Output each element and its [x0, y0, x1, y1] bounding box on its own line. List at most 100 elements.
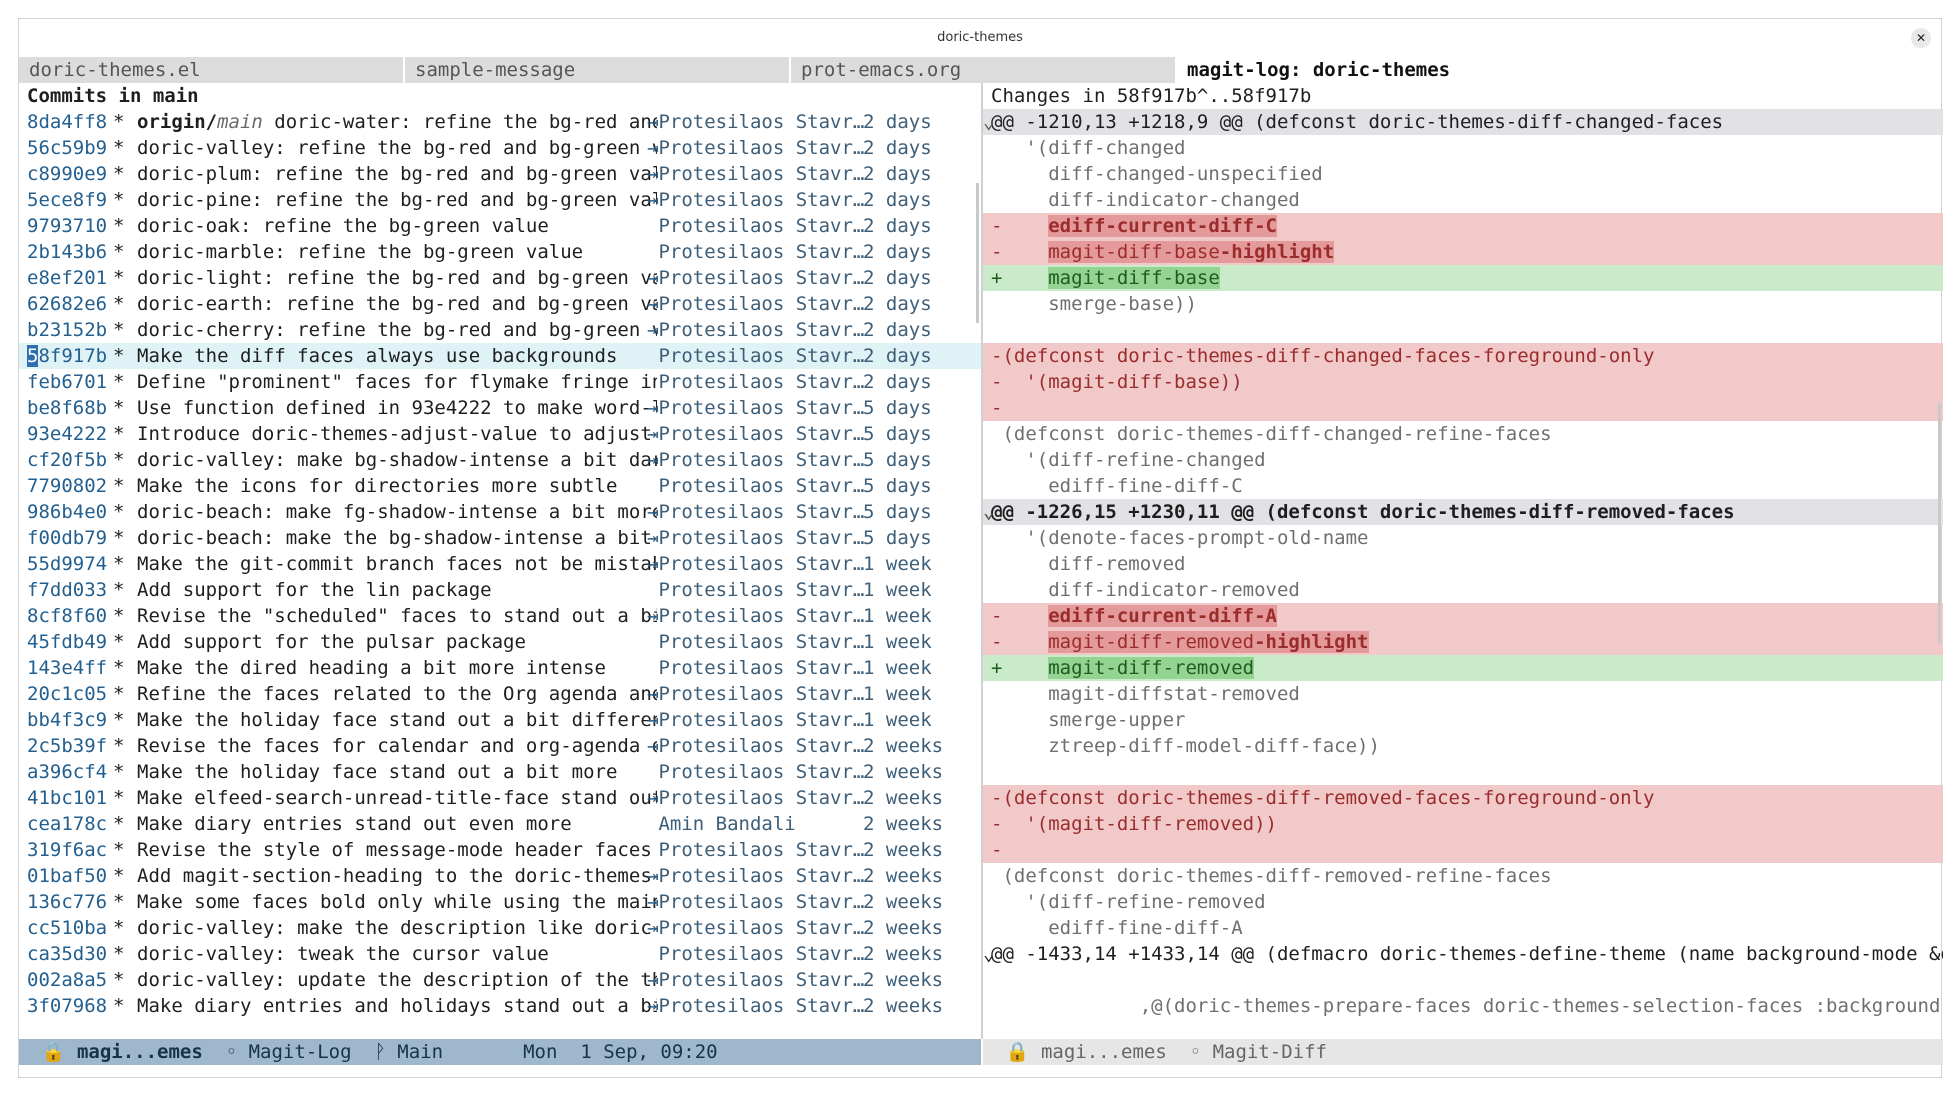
commit-row[interactable]: bb4f3c9 * Make the holiday face stand out…	[19, 707, 981, 733]
commit-row[interactable]: 8da4ff8 * origin/main doric-water: refine…	[19, 109, 981, 135]
commit-hash[interactable]: e8ef201	[19, 265, 113, 291]
commit-row[interactable]: 8cf8f60 * Revise the "scheduled" faces to…	[19, 603, 981, 629]
commit-hash[interactable]: ca35d30	[19, 941, 113, 967]
commit-hash[interactable]: f7dd033	[19, 577, 113, 603]
commit-row[interactable]: be8f68b * Use function defined in 93e4222…	[19, 395, 981, 421]
commit-row[interactable]: c8990e9 * doric-plum: refine the bg-red a…	[19, 161, 981, 187]
hunk-heading[interactable]: ⌄ @@ -1226,15 +1230,11 @@ (defconst doric…	[983, 499, 1943, 525]
commit-hash[interactable]: 58f917b	[19, 343, 113, 369]
commit-row[interactable]: 2b143b6 * doric-marble: refine the bg-gre…	[19, 239, 981, 265]
commit-hash[interactable]: 41bc101	[19, 785, 113, 811]
commit-hash[interactable]: 93e4222	[19, 421, 113, 447]
scrollbar[interactable]	[976, 183, 979, 323]
commit-row[interactable]: 143e4ff * Make the dired heading a bit mo…	[19, 655, 981, 681]
commit-hash[interactable]: feb6701	[19, 369, 113, 395]
magit-diff-pane[interactable]: Changes in 58f917b^..58f917b ⌄ @@ -1210,1…	[983, 83, 1943, 1039]
modeline-buffer[interactable]: magi...emes	[77, 1041, 203, 1063]
commit-row[interactable]: cf20f5b * doric-valley: make bg-shadow-in…	[19, 447, 981, 473]
context-line: ztreep-diff-model-diff-face))	[991, 735, 1380, 757]
chevron-down-icon[interactable]: ⌄	[983, 109, 994, 135]
commit-hash[interactable]: 9793710	[19, 213, 113, 239]
commit-row[interactable]: f00db79 * doric-beach: make the bg-shadow…	[19, 525, 981, 551]
chevron-down-icon[interactable]: ⌄	[983, 499, 994, 525]
commit-row[interactable]: 93e4222 * Introduce doric-themes-adjust-v…	[19, 421, 981, 447]
commit-row[interactable]: 56c59b9 * doric-valley: refine the bg-red…	[19, 135, 981, 161]
commit-author: ⇥Protesilaos Stavr…	[647, 863, 883, 889]
commit-row[interactable]: 58f917b * Make the diff faces always use …	[19, 343, 981, 369]
commit-row[interactable]: 62682e6 * doric-earth: refine the bg-red …	[19, 291, 981, 317]
hunk-heading[interactable]: ⌄ @@ -1433,14 +1433,14 @@ (defmacro doric…	[983, 941, 1943, 967]
commit-hash[interactable]: c8990e9	[19, 161, 113, 187]
commit-row[interactable]: 002a8a5 * doric-valley: update the descri…	[19, 967, 981, 993]
commit-age: 2 days	[863, 189, 932, 211]
tab-prot-emacs-org[interactable]: prot-emacs.org	[791, 57, 1175, 83]
commit-hash[interactable]: a396cf4	[19, 759, 113, 785]
commit-hash[interactable]: 3f07968	[19, 993, 113, 1019]
commit-hash[interactable]: 136c776	[19, 889, 113, 915]
commit-row[interactable]: 5ece8f9 * doric-pine: refine the bg-red a…	[19, 187, 981, 213]
commit-hash[interactable]: 01baf50	[19, 863, 113, 889]
commit-row[interactable]: f7dd033 * Add support for the lin package…	[19, 577, 981, 603]
commit-hash[interactable]: be8f68b	[19, 395, 113, 421]
commit-hash[interactable]: 8cf8f60	[19, 603, 113, 629]
commit-hash[interactable]: 5ece8f9	[19, 187, 113, 213]
commit-row[interactable]: 45fdb49 * Add support for the pulsar pack…	[19, 629, 981, 655]
commit-hash[interactable]: 56c59b9	[19, 135, 113, 161]
commit-hash[interactable]: 7790802	[19, 473, 113, 499]
commit-row[interactable]: e8ef201 * doric-light: refine the bg-red …	[19, 265, 981, 291]
added-line: + magit-diff-removed	[983, 655, 1943, 681]
commit-hash[interactable]: 002a8a5	[19, 967, 113, 993]
modeline-branch[interactable]: Main	[397, 1041, 443, 1063]
modeline-mode[interactable]: Magit-Diff	[1213, 1041, 1327, 1063]
author-pad	[647, 761, 658, 783]
commit-hash[interactable]: 2b143b6	[19, 239, 113, 265]
commit-row[interactable]: 986b4e0 * doric-beach: make fg-shadow-int…	[19, 499, 981, 525]
commit-hash[interactable]: 319f6ac	[19, 837, 113, 863]
commit-row[interactable]: 3f07968 * Make diary entries and holidays…	[19, 993, 981, 1019]
commit-hash[interactable]: 55d9974	[19, 551, 113, 577]
commit-hash[interactable]: cea178c	[19, 811, 113, 837]
tab-magit-log[interactable]: magit-log: doric-themes	[1177, 57, 1561, 83]
commit-hash[interactable]: 45fdb49	[19, 629, 113, 655]
commit-hash[interactable]: bb4f3c9	[19, 707, 113, 733]
commit-row[interactable]: cc510ba * doric-valley: make the descript…	[19, 915, 981, 941]
commit-row[interactable]: 136c776 * Make some faces bold only while…	[19, 889, 981, 915]
commit-row[interactable]: 41bc101 * Make elfeed-search-unread-title…	[19, 785, 981, 811]
commit-hash[interactable]: 2c5b39f	[19, 733, 113, 759]
commit-row[interactable]: 55d9974 * Make the git-commit branch face…	[19, 551, 981, 577]
commit-author: ⇥Protesilaos Stavr…	[647, 993, 883, 1019]
commit-row[interactable]: b23152b * doric-cherry: refine the bg-red…	[19, 317, 981, 343]
commit-hash[interactable]: 62682e6	[19, 291, 113, 317]
close-icon[interactable]: ✕	[1911, 28, 1931, 48]
commit-row[interactable]: cea178c * Make diary entries stand out ev…	[19, 811, 981, 837]
magit-log-pane[interactable]: Commits in main 8da4ff8 * origin/main dor…	[19, 83, 981, 1039]
tab-doric-themes-el[interactable]: doric-themes.el	[19, 57, 403, 83]
truncation-icon: ⇥	[647, 605, 659, 627]
commit-hash[interactable]: f00db79	[19, 525, 113, 551]
commit-row[interactable]: 319f6ac * Revise the style of message-mod…	[19, 837, 981, 863]
commit-hash[interactable]: 986b4e0	[19, 499, 113, 525]
commit-row[interactable]: a396cf4 * Make the holiday face stand out…	[19, 759, 981, 785]
modeline-mode[interactable]: Magit-Log	[249, 1041, 352, 1063]
commit-row[interactable]: 20c1c05 * Refine the faces related to the…	[19, 681, 981, 707]
commit-hash[interactable]: b23152b	[19, 317, 113, 343]
commit-row[interactable]: 01baf50 * Add magit-section-heading to th…	[19, 863, 981, 889]
commit-hash[interactable]: cc510ba	[19, 915, 113, 941]
scrollbar[interactable]	[1938, 403, 1941, 643]
commit-row[interactable]: 7790802 * Make the icons for directories …	[19, 473, 981, 499]
commit-row[interactable]: ca35d30 * doric-valley: tweak the cursor …	[19, 941, 981, 967]
commit-author: Protesilaos Stavr…	[647, 369, 883, 395]
tab-sample-message[interactable]: sample-message	[405, 57, 789, 83]
diff-marker: +	[991, 657, 1049, 679]
commit-row[interactable]: 9793710 * doric-oak: refine the bg-green …	[19, 213, 981, 239]
commit-row[interactable]: 2c5b39f * Revise the faces for calendar a…	[19, 733, 981, 759]
commit-row[interactable]: feb6701 * Define "prominent" faces for fl…	[19, 369, 981, 395]
hunk-heading[interactable]: ⌄ @@ -1210,13 +1218,9 @@ (defconst doric-…	[983, 109, 1943, 135]
commit-hash[interactable]: 143e4ff	[19, 655, 113, 681]
truncation-icon: ⇥	[647, 709, 659, 731]
commit-hash[interactable]: cf20f5b	[19, 447, 113, 473]
commit-hash[interactable]: 8da4ff8	[19, 109, 113, 135]
commit-hash[interactable]: 20c1c05	[19, 681, 113, 707]
chevron-down-icon[interactable]: ⌄	[983, 941, 994, 967]
modeline-buffer[interactable]: magi...emes	[1041, 1041, 1167, 1063]
